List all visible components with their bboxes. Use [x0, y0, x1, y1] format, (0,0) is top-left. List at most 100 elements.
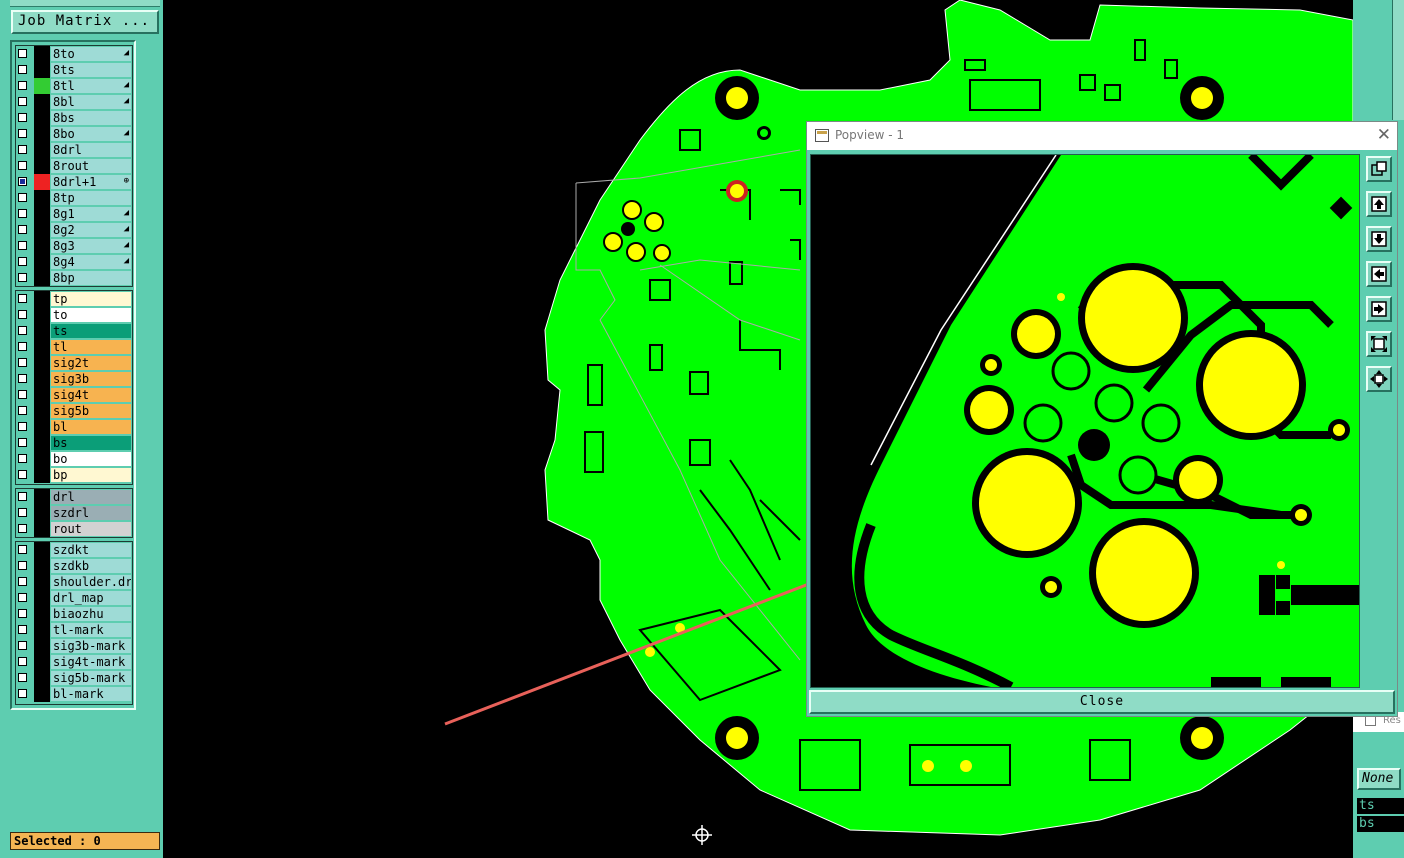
layer-color-swatch[interactable]	[34, 307, 50, 323]
layer-name[interactable]: sig5b	[51, 404, 131, 418]
layer-color-swatch[interactable]	[34, 574, 50, 590]
layer-name[interactable]: 8tp	[51, 191, 131, 205]
layer-name[interactable]: sig4t-mark	[51, 655, 131, 669]
layer-name[interactable]: 8bo	[51, 127, 131, 141]
layer-checkbox[interactable]	[18, 657, 27, 666]
layer-name[interactable]: szdkt	[51, 543, 131, 557]
layer-color-swatch[interactable]	[34, 355, 50, 371]
layer-name[interactable]: 8g1	[51, 207, 131, 221]
layer-row[interactable]: to	[16, 307, 132, 323]
layer-row[interactable]: 8rout	[16, 158, 132, 174]
layer-name[interactable]: sig3b-mark	[51, 639, 131, 653]
layer-row[interactable]: sig4t	[16, 387, 132, 403]
layer-name[interactable]: bo	[51, 452, 131, 466]
layer-name[interactable]: 8tl	[51, 79, 131, 93]
layer-name[interactable]: tl	[51, 340, 131, 354]
layer-checkbox[interactable]	[18, 161, 27, 170]
layer-color-swatch[interactable]	[34, 622, 50, 638]
layer-checkbox[interactable]	[18, 97, 27, 106]
layer-row[interactable]: tp	[16, 291, 132, 307]
layer-checkbox[interactable]	[18, 129, 27, 138]
layer-row[interactable]: biaozhu	[16, 606, 132, 622]
layer-color-swatch[interactable]	[34, 387, 50, 403]
pan-left-icon[interactable]	[1366, 261, 1392, 287]
layer-checkbox[interactable]	[18, 65, 27, 74]
layer-checkbox[interactable]	[18, 593, 27, 602]
layer-checkbox[interactable]	[18, 49, 27, 58]
layer-color-swatch[interactable]	[34, 505, 50, 521]
layer-checkbox[interactable]	[18, 524, 27, 533]
layer-checkbox[interactable]	[18, 508, 27, 517]
layer-row[interactable]: szdrl	[16, 505, 132, 521]
layer-name[interactable]: 8bp	[51, 271, 131, 285]
layer-row[interactable]: tl-mark	[16, 622, 132, 638]
layer-color-swatch[interactable]	[34, 206, 50, 222]
layer-name[interactable]: 8g4	[51, 255, 131, 269]
layer-row[interactable]: sig3b	[16, 371, 132, 387]
layer-name[interactable]: 8rout	[51, 159, 131, 173]
layer-color-swatch[interactable]	[34, 670, 50, 686]
layer-row[interactable]: 8bs	[16, 110, 132, 126]
layer-name[interactable]: 8g3	[51, 239, 131, 253]
right-panel-scroll[interactable]	[1392, 0, 1404, 120]
popview-close-button[interactable]: Close	[809, 690, 1395, 714]
layer-checkbox[interactable]	[18, 438, 27, 447]
layer-checkbox[interactable]	[18, 390, 27, 399]
layer-checkbox[interactable]	[18, 209, 27, 218]
layer-name[interactable]: bp	[51, 468, 131, 482]
active-layer-bs[interactable]: bs	[1357, 816, 1404, 832]
layer-color-swatch[interactable]	[34, 638, 50, 654]
layer-checkbox[interactable]	[18, 609, 27, 618]
layer-row[interactable]: 8bp	[16, 270, 132, 286]
layer-row[interactable]: bs	[16, 435, 132, 451]
layer-row[interactable]: 8tl ◢	[16, 78, 132, 94]
layer-color-swatch[interactable]	[34, 339, 50, 355]
pan-down-icon[interactable]	[1366, 226, 1392, 252]
layer-name[interactable]: szdkb	[51, 559, 131, 573]
layer-name[interactable]: to	[51, 308, 131, 322]
layer-name[interactable]: 8bs	[51, 111, 131, 125]
layer-checkbox[interactable]	[18, 145, 27, 154]
layer-row[interactable]: drl_map	[16, 590, 132, 606]
layer-color-swatch[interactable]	[34, 78, 50, 94]
zoom-in-icon[interactable]	[1366, 331, 1392, 357]
layer-checkbox[interactable]	[18, 492, 27, 501]
layer-color-swatch[interactable]	[34, 174, 50, 190]
layer-checkbox[interactable]	[18, 625, 27, 634]
layer-color-swatch[interactable]	[34, 46, 50, 62]
layer-name[interactable]: szdrl	[51, 506, 131, 520]
layer-color-swatch[interactable]	[34, 521, 50, 537]
layer-name[interactable]: 8bl	[51, 95, 131, 109]
layer-checkbox[interactable]	[18, 294, 27, 303]
layer-row[interactable]: 8tp	[16, 190, 132, 206]
layer-color-swatch[interactable]	[34, 110, 50, 126]
layer-name[interactable]: bl-mark	[51, 687, 131, 701]
layer-row[interactable]: ts	[16, 323, 132, 339]
layer-name[interactable]: sig5b-mark	[51, 671, 131, 685]
layer-name[interactable]: sig3b	[51, 372, 131, 386]
layer-name[interactable]: drl	[51, 490, 131, 504]
layer-checkbox[interactable]	[18, 673, 27, 682]
layer-checkbox[interactable]	[18, 545, 27, 554]
layer-row[interactable]: drl	[16, 489, 132, 505]
layer-name[interactable]: 8to	[51, 47, 131, 61]
layer-row[interactable]: 8g4 ◢	[16, 254, 132, 270]
close-icon[interactable]: ✕	[1377, 125, 1391, 145]
layer-row[interactable]: bl	[16, 419, 132, 435]
pan-up-icon[interactable]	[1366, 191, 1392, 217]
layer-row[interactable]: sig4t-mark	[16, 654, 132, 670]
layer-checkbox[interactable]	[18, 193, 27, 202]
layer-color-swatch[interactable]	[34, 323, 50, 339]
layer-checkbox[interactable]	[18, 177, 27, 186]
layer-row[interactable]: 8ts	[16, 62, 132, 78]
layer-row[interactable]: szdkt	[16, 542, 132, 558]
zoom-out-icon[interactable]	[1366, 366, 1392, 392]
layer-checkbox[interactable]	[18, 689, 27, 698]
active-layer-ts[interactable]: ts	[1357, 798, 1404, 814]
layer-checkbox[interactable]	[18, 310, 27, 319]
layer-row[interactable]: sig5b	[16, 403, 132, 419]
layer-checkbox[interactable]	[18, 374, 27, 383]
popview-zoom-view[interactable]	[810, 154, 1360, 688]
zoom-fit-icon[interactable]	[1366, 156, 1392, 182]
layer-row[interactable]: sig2t	[16, 355, 132, 371]
